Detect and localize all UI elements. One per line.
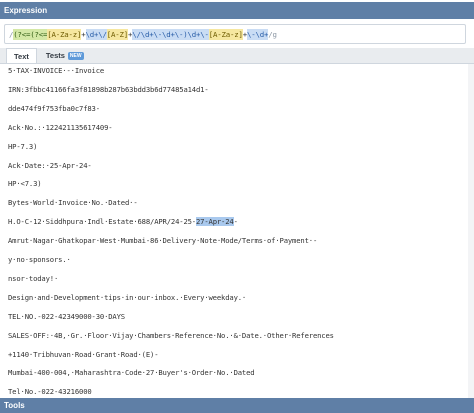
- text-line: SALES·OFF:·4B,·Gr.·Floor·Vijay·Chambers·…: [8, 331, 334, 340]
- text-segment: nsor·today!·: [8, 273, 59, 283]
- expression-token: \d+: [85, 28, 99, 40]
- new-badge: NEW: [67, 51, 84, 60]
- tab-label: Text: [14, 51, 29, 61]
- text-segment: +1140·Tribhuvan·Road·Grant·Road·(E)-: [8, 349, 159, 359]
- regex-match-highlight: 27-Apr-24: [195, 217, 234, 227]
- text-segment: y·no·sponsors.·: [8, 255, 71, 264]
- expression-token: \-: [153, 28, 162, 40]
- expression-token: \-: [247, 28, 256, 40]
- text-line: HP-7.3): [8, 142, 37, 151]
- expression-token: (?<=(?<=: [13, 28, 48, 40]
- text-line: y·no·sponsors.·: [8, 255, 71, 264]
- text-line: 5·TAX·INVOICE·-·Invoice: [8, 66, 104, 75]
- expression-token: /g: [268, 29, 277, 39]
- text-segment: TEL·NO.-022-42349000-30·DAYS: [8, 311, 125, 321]
- expression-token: \-: [200, 28, 209, 40]
- text-line: Mumbai-400-004,·Maharashtra·Code·27·Buye…: [8, 368, 255, 378]
- text-line: Tel·No.-022-43216000: [8, 387, 92, 396]
- text-line: Amrut·Nagar·Ghatkopar·West·Mumbai-86·Del…: [8, 236, 317, 245]
- text-segment: Bytes·World·Invoice·No.·Dated·-: [8, 198, 138, 208]
- expression-header: Expression: [0, 2, 474, 19]
- text-segment: SALES·OFF:·4B,·Gr.·Floor·Vijay·Chambers·…: [8, 330, 334, 340]
- text-line: dde474f9f753fba0c7f83-: [8, 104, 100, 113]
- text-segment: HP·<7.3): [8, 179, 42, 189]
- tab-bar: Text Tests NEW: [0, 48, 474, 64]
- text-segment: dde474f9f753fba0c7f83-: [8, 103, 100, 113]
- expression-token: \-): [174, 28, 188, 40]
- expression-token: [A-Za-z]: [47, 28, 82, 40]
- text-line: +1140·Tribhuvan·Road·Grant·Road·(E)-: [8, 349, 159, 359]
- text-line: H.O-C-12·Siddhpura·Indl·Estate·688/APR/2…: [8, 217, 238, 227]
- text-line: HP·<7.3): [8, 179, 42, 189]
- expression-token: \/: [98, 28, 107, 40]
- expression-input[interactable]: / (?<=(?<= [A-Za-z] + \d+ \/[A-Z] + \/\d+ \- \d+ \…: [4, 24, 466, 44]
- text-segment: -: [233, 217, 238, 227]
- expression-token: \d+: [162, 28, 175, 40]
- text-line: Ack·No.:·122421135617409-: [8, 122, 113, 132]
- test-text-area[interactable]: 5·TAX·INVOICE·-·Invoice IRN:3fbbc41166fa3…: [0, 64, 474, 398]
- text-line: IRN:3fbbc41166fa3f81898b287b63bdd3b6d774…: [8, 85, 209, 94]
- expression-token: \d+: [140, 28, 154, 40]
- text-line: TEL·NO.-022-42349000-30·DAYS: [8, 312, 125, 321]
- text-segment: Ack·Date:·25-Apr-24-: [8, 160, 92, 170]
- tools-header[interactable]: Tools: [0, 398, 474, 413]
- expression-token: \d+: [187, 28, 201, 40]
- expression-token: \/: [132, 28, 141, 40]
- text-line: Design·and·Development·tips·in·our·inbox…: [8, 293, 246, 302]
- text-segment: Mumbai-400-004,·Maharashtra·Code·27·Buye…: [8, 368, 255, 378]
- expression-token: [A-Za-z]: [208, 28, 243, 40]
- expression-token: \d+: [255, 28, 269, 40]
- expression-token: [A-Z]: [106, 28, 128, 40]
- text-segment: Amrut·Nagar·Ghatkopar·West·Mumbai-86·Del…: [8, 236, 318, 246]
- text-segment: IRN:3fbbc41166fa3f81898b287b63bdd3b6d774…: [8, 84, 209, 94]
- tab-label: Tests: [45, 51, 65, 60]
- text-segment: Tel·No.-022-43216000: [8, 387, 92, 397]
- text-segment: Design·and·Development·tips·in·our·inbox…: [8, 292, 247, 302]
- text-segment: HP-7.3): [8, 141, 38, 151]
- tab-tests[interactable]: Tests NEW: [39, 48, 91, 63]
- text-segment: 5·TAX·INVOICE·-·Invoice: [8, 66, 105, 75]
- text-line: Bytes·World·Invoice·No.·Dated·-: [8, 198, 138, 207]
- text-line: Ack·Date:·25-Apr-24-: [8, 161, 92, 170]
- text-line: nsor·today!·: [8, 274, 58, 283]
- tools-header-label: Tools: [4, 401, 25, 410]
- text-area-scrollbar[interactable]: [468, 64, 474, 398]
- text-segment: Ack·No.:·122421135617409-: [8, 122, 113, 132]
- expression-header-label: Expression: [4, 6, 48, 15]
- text-segment: H.O-C-12·Siddhpura·Indl·Estate·688/APR/2…: [8, 217, 196, 227]
- tab-text[interactable]: Text: [6, 48, 37, 63]
